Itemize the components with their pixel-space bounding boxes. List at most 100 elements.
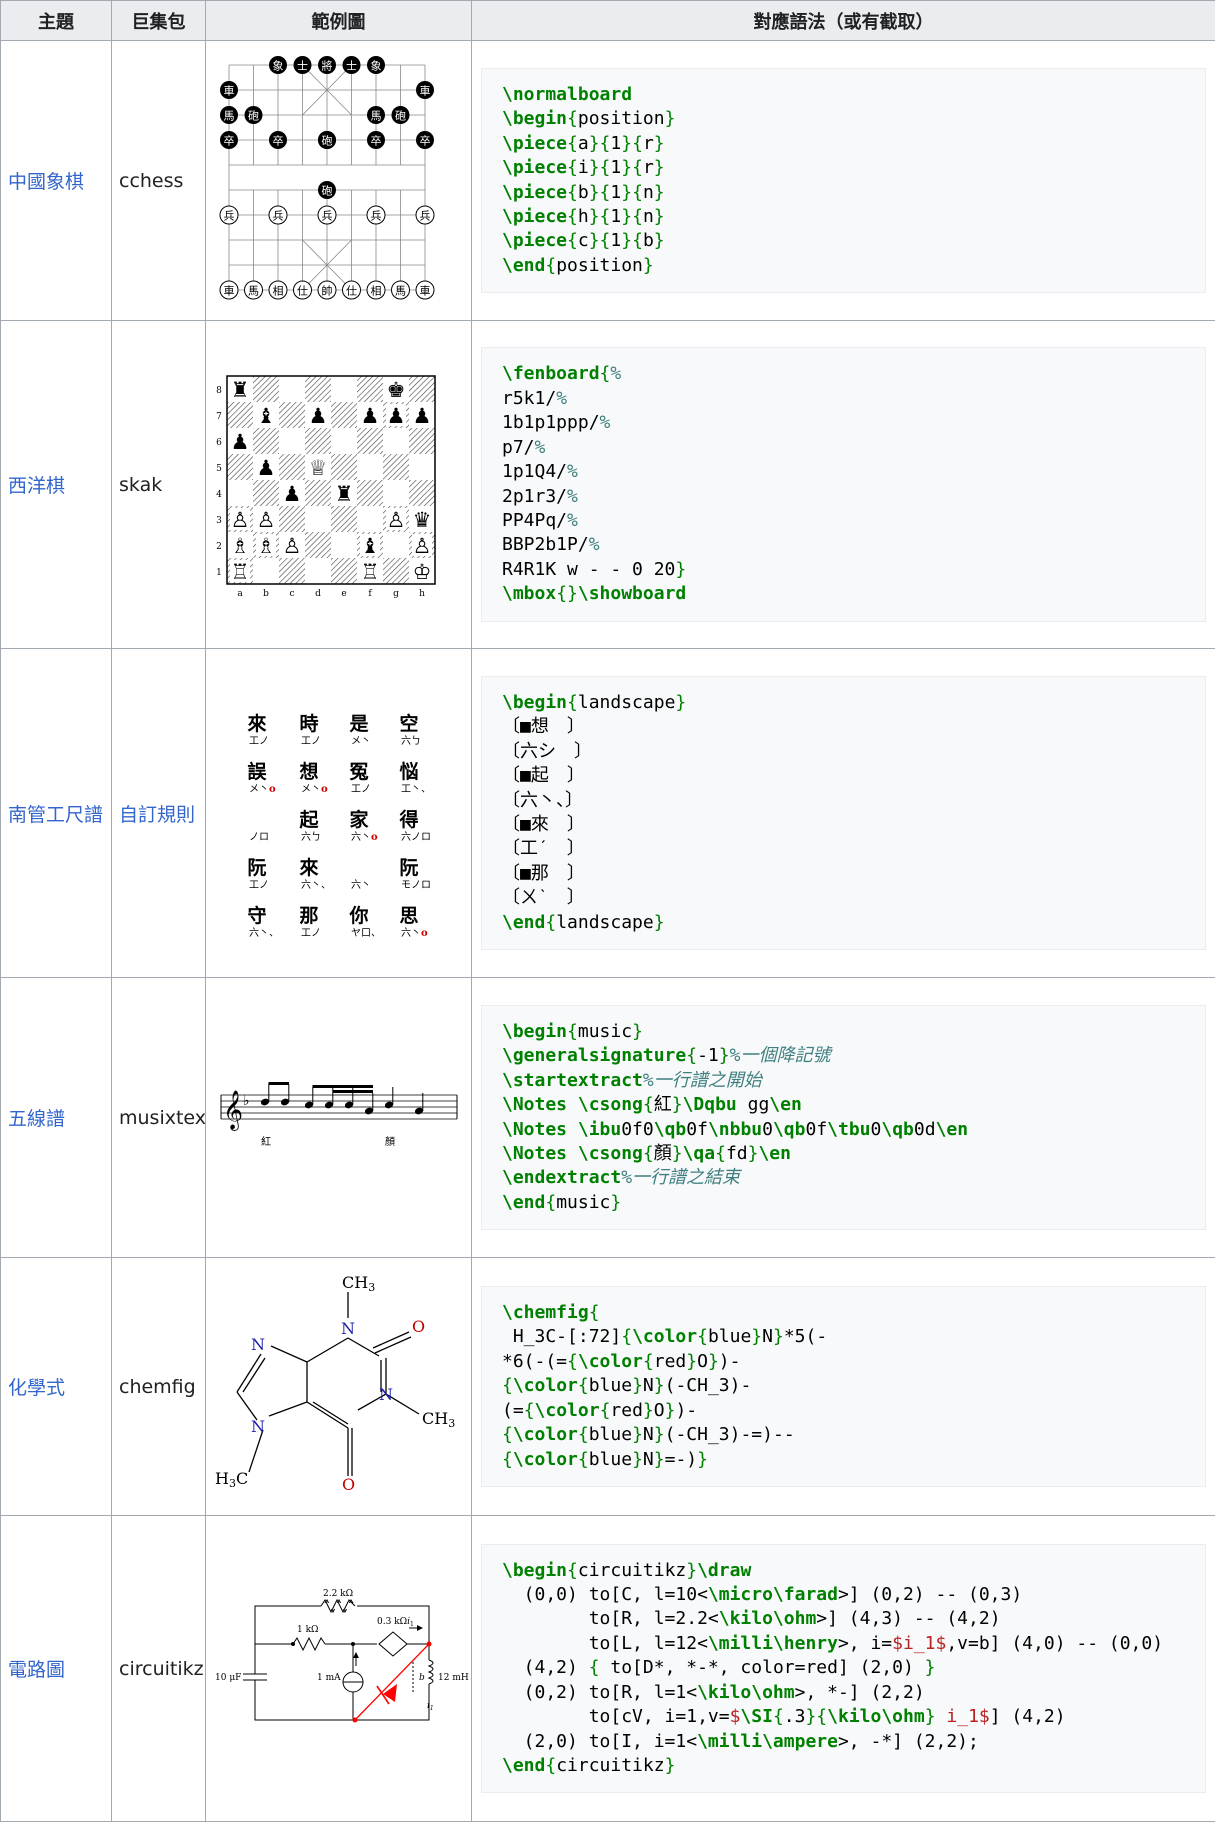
code-token: { — [545, 1755, 556, 1776]
code-line: \Notes \ibu0f0\qb0f\nbbu0\qb0f\tbu0\qb0d… — [502, 1118, 1185, 1142]
code-token: } — [610, 1192, 621, 1213]
xiangqi-board-image: 車馬象士將士象馬車砲砲卒卒卒卒卒砲砲兵兵兵兵兵車馬相仕帥仕相馬車 — [213, 51, 435, 306]
code-token: { — [545, 912, 556, 933]
code-token: { — [589, 1302, 600, 1323]
board-square — [331, 532, 357, 558]
code-token: } — [675, 692, 686, 713]
code-line: \begin{music} — [502, 1020, 1185, 1044]
code-token: { — [567, 692, 578, 713]
code-token: N — [643, 1449, 654, 1470]
chess-piece: ♙ — [231, 508, 250, 532]
code-token: } — [751, 1326, 762, 1347]
code-token: } — [665, 108, 676, 129]
score-mark: 工ノ — [301, 736, 321, 747]
svg-text:士: 士 — [346, 59, 357, 72]
code-token: { — [545, 1192, 556, 1213]
package-link-custom-rules[interactable]: 自訂規則 — [119, 804, 195, 826]
code-token: \piece — [502, 157, 567, 178]
code-token: >, *-] (2,2) — [795, 1682, 925, 1703]
code-token: { — [502, 1375, 513, 1396]
file-label: c — [289, 589, 294, 598]
code-token: }{ — [621, 206, 643, 227]
score-character: 阮 — [247, 857, 266, 879]
code-line: \piece{b}{1}{n} — [502, 181, 1185, 205]
svg-text:象: 象 — [273, 59, 284, 72]
nitrogen-label: N — [341, 1319, 355, 1338]
topic-link-nanguan[interactable]: 南管工尺譜 — [8, 804, 103, 826]
code-token: N — [643, 1424, 654, 1445]
topic-link-xiangqi[interactable]: 中國象棋 — [8, 171, 84, 193]
svg-text:卒: 卒 — [273, 133, 284, 147]
code-line: (={\color{red}O})- — [502, 1399, 1185, 1423]
code-line: to[cV, i=1,v=$\SI{.3}{\kilo\ohm} i_1$] (… — [502, 1705, 1185, 1729]
code-line: \Notes \csong{顏}\qa{fd}\en — [502, 1142, 1185, 1166]
oxygen-label: O — [412, 1317, 425, 1336]
board-square — [383, 558, 409, 584]
code-token: { — [567, 206, 578, 227]
score-mark: 工ノ — [249, 880, 269, 891]
code-line: \begin{position} — [502, 107, 1185, 131]
chess-piece: ♙ — [413, 534, 432, 558]
resistor-label: 2.2 kΩ — [323, 1589, 353, 1599]
circuit-diagram-image: 2.2 kΩ 1 kΩ 0.3 kΩi1 10 μF 1 mA 12 mH b … — [213, 1586, 469, 1746]
code-token: a — [578, 133, 589, 154]
package-name: musixtex — [112, 978, 206, 1258]
table-row: 五線譜 musixtex 𝄞♭紅顏 \begin{music}\generals… — [1, 978, 1215, 1258]
code-token: { — [715, 1143, 726, 1164]
score-mark: メ丶o — [301, 784, 328, 795]
topic-link-chess[interactable]: 西洋棋 — [8, 475, 65, 497]
code-token: \begin — [502, 1021, 567, 1042]
code-token: \color — [513, 1424, 578, 1445]
topic-link-circuit[interactable]: 電路圖 — [8, 1659, 65, 1681]
example-image-cell: 𝄞♭紅顏 — [206, 978, 472, 1258]
black-piece: 將 — [318, 56, 336, 74]
code-token: } — [654, 1375, 665, 1396]
board-square — [279, 454, 305, 480]
code-token: \en — [769, 1094, 802, 1115]
file-label: g — [393, 589, 399, 598]
code-token: blue — [589, 1375, 632, 1396]
topic-link-chemistry[interactable]: 化學式 — [8, 1377, 65, 1399]
code-token: music — [578, 1021, 632, 1042]
code-token: >] (4,3) -- (4,2) — [816, 1608, 1000, 1629]
topic-link-staff[interactable]: 五線譜 — [8, 1108, 65, 1130]
code-token: } — [654, 206, 665, 227]
code-token: \qb — [773, 1119, 806, 1140]
code-token: % — [600, 412, 611, 433]
black-piece: 卒 — [367, 131, 385, 149]
package-name: cchess — [112, 41, 206, 321]
code-token: to[L, l=12< — [502, 1633, 708, 1654]
code-line: to[L, l=12<\milli\henry>, i=$i_1$,v=b] (… — [502, 1632, 1185, 1656]
black-piece: 車 — [416, 81, 434, 99]
code-token: \fenboard — [502, 363, 600, 384]
table-row: 電路圖 circuitikz — [1, 1516, 1215, 1822]
code-token: landscape — [578, 692, 676, 713]
chess-piece: ♖ — [231, 560, 250, 584]
code-line: 〔■想 〕 — [502, 715, 1185, 739]
black-piece: 象 — [367, 56, 385, 74]
chess-piece: ♟ — [309, 404, 328, 428]
code-token: \end — [502, 255, 545, 276]
code-line: \begin{landscape} — [502, 691, 1185, 715]
code-token: blue — [708, 1326, 751, 1347]
board-square — [331, 506, 357, 532]
svg-text:士: 士 — [297, 59, 308, 72]
table-row: 化學式 chemfig — [1, 1258, 1215, 1516]
svg-text:兵: 兵 — [273, 209, 284, 222]
code-token: { — [502, 1449, 513, 1470]
red-piece: 馬 — [245, 281, 263, 299]
svg-text:車: 車 — [420, 283, 431, 297]
code-token: { — [643, 1143, 654, 1164]
code-token: % — [589, 534, 600, 555]
chess-board-image: 87654321abcdefgh♜♚♝♟♟♟♟♟♟♕♟♜♙♙♙♛♗♗♙♝♙♖♖♔ — [213, 366, 445, 598]
code-line: \endextract%一行譜之結束 — [502, 1166, 1185, 1190]
chess-piece: ♗ — [231, 534, 250, 558]
code-token: } — [654, 230, 665, 251]
code-token: { — [567, 108, 578, 129]
score-character: 你 — [348, 904, 368, 927]
oxygen-label: O — [342, 1475, 355, 1494]
rank-label: 3 — [216, 516, 222, 526]
board-square — [331, 558, 357, 584]
code-line: 〔工ˊ 〕 — [502, 837, 1185, 861]
code-token: $i_1$ — [892, 1633, 946, 1654]
